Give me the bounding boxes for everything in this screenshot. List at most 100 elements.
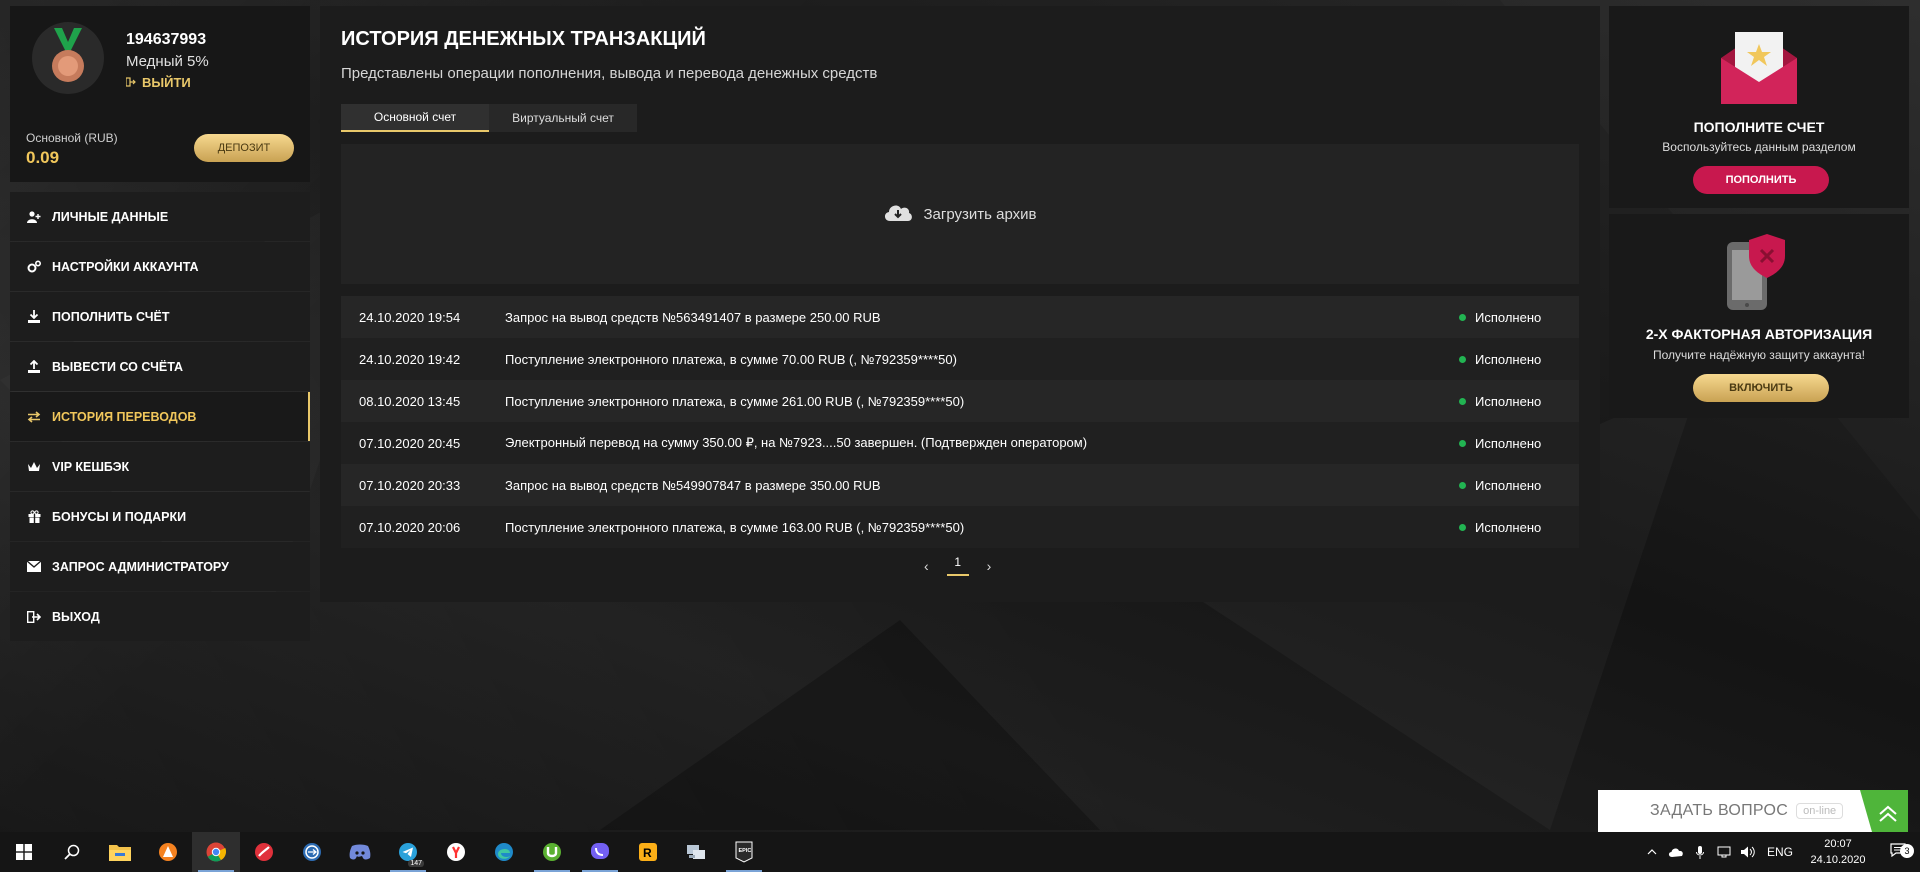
deposit-promo-text: Воспользуйтесь данным разделом: [1662, 140, 1856, 154]
sidebar-item-label: ЛИЧНЫЕ ДАННЫЕ: [52, 209, 169, 224]
network-app-icon[interactable]: [672, 832, 720, 872]
status-label: Исполнено: [1475, 435, 1542, 451]
two-factor-promo-card: 2-Х ФАКТОРНАЯ АВТОРИЗАЦИЯ Получите надёж…: [1609, 214, 1909, 418]
upload-icon: [26, 359, 42, 375]
table-row: 07.10.2020 20:33 Запрос на вывод средств…: [341, 464, 1579, 506]
table-row: 08.10.2020 13:45 Поступление электронног…: [341, 380, 1579, 422]
phone-shield-icon: [1727, 234, 1785, 310]
replenish-button[interactable]: ПОПОЛНИТЬ: [1693, 166, 1829, 194]
transaction-description: Поступление электронного платежа, в сумм…: [505, 519, 965, 535]
status-label: Исполнено: [1475, 309, 1542, 325]
file-explorer-icon[interactable]: [96, 832, 144, 872]
cloud-download-icon: [883, 201, 913, 227]
volume-icon[interactable]: [1736, 846, 1760, 858]
transaction-status: Исполнено: [1459, 520, 1579, 535]
transaction-description: Запрос на вывод средств №563491407 в раз…: [505, 309, 881, 325]
tab-main-account[interactable]: Основной счет: [341, 104, 489, 132]
telegram-icon[interactable]: 147: [384, 832, 432, 872]
language-indicator[interactable]: ENG: [1760, 845, 1800, 859]
user-level: Медный 5%: [126, 53, 209, 70]
transaction-date: 08.10.2020 13:45: [359, 393, 461, 409]
enable-2fa-button[interactable]: ВКЛЮЧИТЬ: [1693, 374, 1829, 402]
transaction-status: Исполнено: [1459, 394, 1579, 409]
notifications-button[interactable]: 3: [1876, 842, 1920, 862]
utorrent-icon[interactable]: [528, 832, 576, 872]
sidebar-item-transfer-history[interactable]: ИСТОРИЯ ПЕРЕВОДОВ: [10, 392, 310, 441]
pagination: ‹ 1 ›: [924, 555, 991, 576]
chevron-up-icon[interactable]: [1640, 849, 1664, 855]
envelope-star-icon: [1721, 32, 1797, 104]
microphone-icon[interactable]: [1688, 845, 1712, 859]
transaction-status: Исполнено: [1459, 352, 1579, 367]
status-label: Исполнено: [1475, 351, 1542, 367]
epic-games-icon[interactable]: EPIC: [720, 832, 768, 872]
ask-question-label: ЗАДАТЬ ВОПРОС: [1650, 802, 1789, 819]
tab-virtual-account[interactable]: Виртуальный счет: [489, 104, 637, 132]
status-dot-icon: [1459, 481, 1466, 489]
gift-icon: [26, 509, 42, 525]
chevron-up-icon[interactable]: [1860, 790, 1908, 832]
clock[interactable]: 20:07 24.10.2020: [1800, 836, 1876, 868]
rockstar-icon[interactable]: R: [624, 832, 672, 872]
two-factor-promo-title: 2-Х ФАКТОРНАЯ АВТОРИЗАЦИЯ: [1645, 326, 1873, 342]
clock-date: 24.10.2020: [1810, 854, 1866, 866]
next-page-button[interactable]: ›: [987, 558, 992, 574]
sidebar-item-label: ПОПОЛНИТЬ СЧЁТ: [52, 309, 170, 324]
deposit-promo-card: ПОПОЛНИТЕ СЧЕТ Воспользуйтесь данным раз…: [1609, 6, 1909, 208]
sidebar-item-deposit[interactable]: ПОПОЛНИТЬ СЧЁТ: [10, 292, 310, 341]
ask-question-widget[interactable]: ЗАДАТЬ ВОПРОС on-line: [1598, 790, 1908, 832]
status-label: Исполнено: [1475, 477, 1542, 493]
sidebar-item-bonuses[interactable]: БОНУСЫ И ПОДАРКИ: [10, 492, 310, 541]
status-label: Исполнено: [1475, 393, 1542, 409]
cloud-icon[interactable]: [1664, 847, 1688, 857]
deposit-promo-title: ПОПОЛНИТЕ СЧЕТ: [1693, 119, 1825, 135]
transaction-date: 07.10.2020 20:33: [359, 477, 461, 493]
sidebar-item-label: БОНУСЫ И ПОДАРКИ: [52, 509, 187, 524]
svg-text:R: R: [643, 846, 652, 860]
telegram-badge: 147: [408, 860, 424, 867]
search-icon[interactable]: [48, 832, 96, 872]
avast-icon[interactable]: [144, 832, 192, 872]
balance-value: 0.09: [26, 148, 60, 167]
opera-icon[interactable]: [240, 832, 288, 872]
svg-text:EPIC: EPIC: [739, 848, 752, 854]
sidebar-item-label: ВЫХОД: [52, 609, 100, 624]
two-factor-promo-text: Получите надёжную защиту аккаунта!: [1652, 348, 1865, 362]
viber-icon[interactable]: [576, 832, 624, 872]
sidebar-item-label: НАСТРОЙКИ АККАУНТА: [52, 259, 199, 274]
profile-card: 194637993 Медный 5% ВЫЙТИ Основной (RUB)…: [10, 6, 310, 182]
teamviewer-icon[interactable]: [288, 832, 336, 872]
sidebar-item-admin-request[interactable]: ЗАПРОС АДМИНИСТРАТОРУ: [10, 542, 310, 591]
sidebar-item-vip-cashback[interactable]: VIP КЕШБЭК: [10, 442, 310, 491]
network-icon[interactable]: [1712, 846, 1736, 858]
status-label: Исполнено: [1475, 519, 1542, 535]
deposit-button[interactable]: ДЕПОЗИТ: [194, 134, 294, 162]
sidebar-menu: ЛИЧНЫЕ ДАННЫЕ НАСТРОЙКИ АККАУНТА ПОПОЛНИ…: [10, 192, 310, 642]
discord-icon[interactable]: [336, 832, 384, 872]
logout-link[interactable]: ВЫЙТИ: [125, 75, 191, 90]
sidebar-item-account-settings[interactable]: НАСТРОЙКИ АККАУНТА: [10, 242, 310, 291]
prev-page-button[interactable]: ‹: [924, 558, 929, 574]
sidebar-item-label: ЗАПРОС АДМИНИСТРАТОРУ: [52, 559, 229, 574]
envelope-icon: [26, 559, 42, 575]
download-archive-label: Загрузить архив: [923, 205, 1037, 223]
transaction-description: Электронный перевод на сумму 350.00 ₽, н…: [505, 435, 1088, 450]
yandex-browser-icon[interactable]: [432, 832, 480, 872]
gears-icon: [26, 259, 42, 275]
sidebar-item-exit[interactable]: ВЫХОД: [10, 592, 310, 641]
sidebar-item-personal-data[interactable]: ЛИЧНЫЕ ДАННЫЕ: [10, 192, 310, 241]
download-archive-button[interactable]: Загрузить архив: [341, 144, 1579, 284]
medal-icon: [32, 22, 104, 94]
chrome-icon[interactable]: [192, 832, 240, 872]
system-tray: ENG 20:07 24.10.2020 3: [1640, 832, 1920, 872]
start-icon[interactable]: [0, 832, 48, 872]
online-status-badge: on-line: [1796, 803, 1844, 819]
sidebar-item-withdraw[interactable]: ВЫВЕСТИ СО СЧЁТА: [10, 342, 310, 391]
transaction-status: Исполнено: [1459, 310, 1579, 325]
edge-icon[interactable]: [480, 832, 528, 872]
account-tabs: Основной счет Виртуальный счет: [341, 104, 637, 132]
page-number[interactable]: 1: [946, 555, 969, 576]
exchange-icon: [26, 409, 42, 425]
page-subtitle: Представлены операции пополнения, вывода…: [341, 65, 878, 82]
transaction-date: 07.10.2020 20:06: [359, 519, 461, 535]
